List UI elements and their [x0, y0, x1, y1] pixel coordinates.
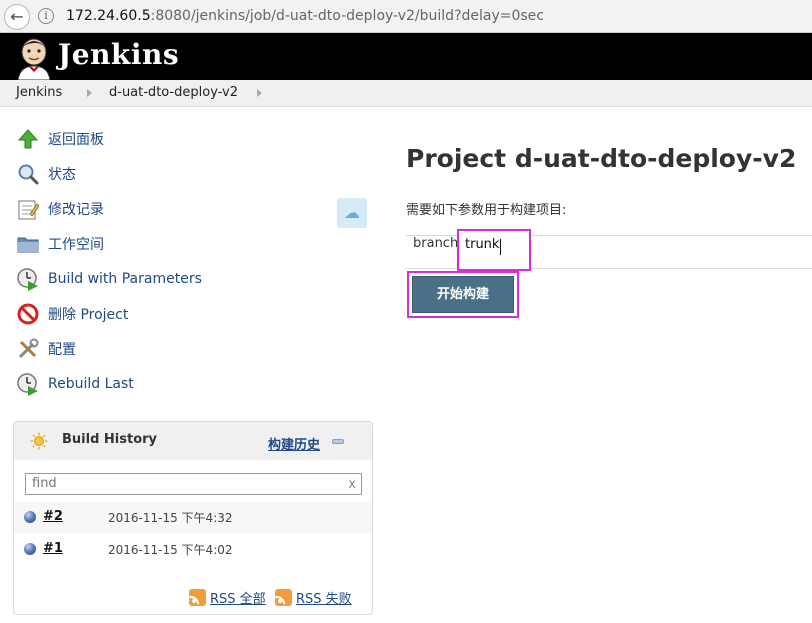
jenkins-brand-title[interactable]: Jenkins	[58, 38, 179, 71]
page-title: Project d-uat-dto-deploy-v2	[406, 144, 797, 173]
breadcrumb: Jenkins d-uat-dto-deploy-v2	[0, 80, 812, 107]
rss-failed-label: RSS 失败	[296, 591, 352, 607]
sidebar-item-back-to-dashboard[interactable]: 返回面板	[16, 125, 104, 153]
sidebar-item-label: 返回面板	[48, 132, 104, 148]
build-search-input[interactable]: find x	[25, 473, 362, 495]
sidebar-item-label: 修改记录	[48, 202, 104, 218]
blue-ball-status-icon	[24, 511, 36, 523]
build-history-widget: Build History 构建历史 find x #2 2016-11-15 …	[13, 421, 373, 615]
magnifier-icon	[16, 162, 40, 186]
parameters-description: 需要如下参数用于构建项目:	[406, 203, 567, 218]
build-search-placeholder: find	[32, 476, 57, 491]
build-number-link[interactable]: #2	[43, 509, 63, 524]
notepad-icon	[16, 197, 40, 221]
rss-feed-icon	[189, 588, 206, 606]
sidebar-item-label: 删除 Project	[48, 307, 129, 323]
sidebar-item-rebuild-last[interactable]: Rebuild Last	[16, 370, 134, 398]
build-date[interactable]: 2016-11-15 下午4:32	[108, 509, 233, 526]
clock-play-icon	[16, 372, 40, 396]
breadcrumb-job[interactable]: d-uat-dto-deploy-v2	[109, 85, 238, 100]
url-path: :8080/jenkins/job/d-uat-dto-deploy-v2/bu…	[150, 8, 544, 24]
collapse-minus-icon[interactable]	[332, 439, 344, 444]
info-icon[interactable]: i	[38, 8, 54, 24]
sidebar-item-build-with-parameters[interactable]: Build with Parameters	[16, 265, 202, 293]
back-arrow-icon[interactable]: ←	[4, 4, 30, 30]
branch-input-highlight	[457, 229, 531, 271]
rss-all-link[interactable]: RSS 全部	[189, 588, 266, 607]
sidebar-item-delete-project[interactable]: 删除 Project	[16, 300, 128, 328]
build-row: #2 2016-11-15 下午4:32	[14, 502, 372, 533]
sidebar-item-status[interactable]: 状态	[16, 160, 76, 188]
breadcrumb-separator-icon[interactable]	[87, 89, 92, 97]
url-field[interactable]: 172.24.60.5:8080/jenkins/job/d-uat-dto-d…	[66, 8, 544, 24]
text-caret	[500, 239, 501, 255]
sidebar-item-label: 配置	[48, 342, 76, 358]
tools-icon	[16, 337, 40, 361]
sidebar-item-workspace[interactable]: 工作空间	[16, 230, 104, 258]
branch-input[interactable]	[465, 237, 515, 252]
build-date[interactable]: 2016-11-15 下午4:02	[108, 541, 233, 558]
browser-address-bar: ← i 172.24.60.5:8080/jenkins/job/d-uat-d…	[0, 0, 812, 33]
sidebar-item-label: Rebuild Last	[48, 376, 134, 392]
page-header: Jenkins	[0, 33, 812, 80]
breadcrumb-jenkins[interactable]: Jenkins	[16, 85, 62, 100]
rss-failed-link[interactable]: RSS 失败	[275, 588, 352, 607]
up-arrow-icon	[16, 127, 40, 151]
url-host: 172.24.60.5	[66, 8, 151, 24]
blue-ball-status-icon	[24, 543, 36, 555]
rss-feed-icon	[275, 588, 292, 606]
parameter-label: branch	[413, 236, 459, 251]
build-history-header: Build History 构建历史	[14, 422, 372, 460]
no-entry-icon	[16, 302, 40, 326]
sidebar-item-label: 工作空间	[48, 237, 104, 253]
folder-icon	[16, 232, 40, 256]
breadcrumb-separator-icon[interactable]	[257, 89, 262, 97]
build-button[interactable]: 开始构建	[412, 276, 514, 313]
clock-play-icon	[16, 267, 40, 291]
build-trend-link[interactable]: 构建历史	[268, 434, 320, 453]
sidebar-item-changes[interactable]: 修改记录	[16, 195, 104, 223]
parameter-row: branch	[406, 229, 812, 271]
cloud-widget-icon[interactable]: ☁	[337, 198, 367, 228]
rss-all-label: RSS 全部	[210, 591, 266, 607]
build-row: #1 2016-11-15 下午4:02	[14, 534, 372, 565]
build-number-link[interactable]: #1	[43, 541, 63, 556]
jenkins-butler-logo-icon[interactable]	[14, 36, 54, 80]
build-button-highlight: 开始构建	[407, 271, 519, 318]
build-history-title: Build History	[62, 432, 158, 447]
clear-search-icon[interactable]: x	[348, 475, 356, 495]
sun-weather-icon	[30, 432, 48, 450]
sidebar-item-label: 状态	[48, 167, 76, 183]
sidebar-item-configure[interactable]: 配置	[16, 335, 76, 363]
sidebar-item-label: Build with Parameters	[48, 271, 202, 287]
